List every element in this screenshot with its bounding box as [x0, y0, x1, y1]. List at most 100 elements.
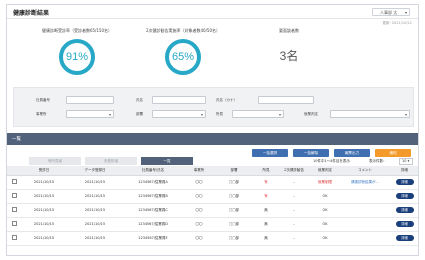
notify-button[interactable]: 通知	[375, 149, 411, 157]
row-checkbox[interactable]	[11, 207, 17, 212]
chevron-down-icon: ▾	[404, 112, 407, 117]
detail-cell: 詳細	[389, 175, 418, 190]
office-cell: 〇〇	[183, 231, 215, 246]
row-checkbox[interactable]	[11, 221, 17, 226]
exam-date-cell: 2021/10/15	[21, 217, 67, 232]
judgment-select[interactable]: ▾	[330, 110, 410, 118]
department-cell: □□部	[215, 189, 253, 204]
stat-label: 健康診断受診率（受診者数65/150名）	[41, 28, 113, 33]
filter-label: 事業所	[36, 112, 47, 116]
updated-timestamp: 更新: 2021/10/21	[382, 21, 412, 25]
comment-cell	[341, 217, 389, 232]
results-table: 受診日 データ登録日 社員番号/氏名 事業所 部署 所見 2次健診勧告 就業判定…	[7, 166, 418, 246]
table-row: 2021/10/15 2021/10/15 1234567/従業員B 〇〇 □□…	[7, 189, 418, 204]
table-row: 2021/10/15 2021/10/15 1234567/従業員A 〇〇 □□…	[7, 175, 418, 190]
filter-label: 氏名（カナ）	[216, 98, 237, 102]
exam-date-cell: 2021/10/15	[21, 231, 67, 246]
stat-label: 要面談者数	[279, 28, 299, 33]
finding-cell: 有	[253, 175, 279, 190]
judgment-cell: 就業制限	[309, 175, 341, 190]
tab-all[interactable]: 一覧	[141, 157, 193, 165]
employee-cell: 1234567/従業員D	[123, 217, 183, 232]
column-header[interactable]: 2次健診勧告	[279, 166, 309, 176]
judgment-cell: OK	[309, 203, 341, 218]
table-row: 2021/10/15 2021/10/15 1234567/従業員E 〇〇 □□…	[7, 231, 418, 246]
column-header[interactable]: 部署	[215, 166, 253, 176]
chevron-down-icon: ▾	[108, 112, 111, 117]
office-cell: 〇〇	[183, 203, 215, 218]
row-checkbox[interactable]	[11, 193, 17, 198]
filter-label: 所見	[216, 112, 223, 116]
exam-date-cell: 2021/10/15	[21, 175, 67, 190]
perpage-select[interactable]: 10 ▾	[399, 158, 413, 165]
tab-unexamined[interactable]: 未受診者	[85, 157, 137, 165]
tab-findings[interactable]: 有所見者	[29, 157, 81, 165]
office-cell: 〇〇	[183, 217, 215, 232]
user-menu[interactable]: 人事部 太 ▾	[372, 8, 410, 16]
judgment-cell: OK	[309, 217, 341, 232]
employee-cell: 1234567/従業員C	[123, 203, 183, 218]
column-header[interactable]: 受診日	[21, 166, 67, 176]
perpage-value: 10	[402, 159, 407, 163]
column-header[interactable]: 事業所	[183, 166, 215, 176]
progress-ring: 91%	[59, 39, 95, 75]
row-checkbox[interactable]	[11, 179, 17, 184]
column-header[interactable]: 就業判定	[309, 166, 341, 176]
detail-button[interactable]: 詳細	[395, 207, 414, 213]
reg-date-cell: 2021/10/15	[67, 203, 123, 218]
column-header[interactable]: データ登録日	[67, 166, 123, 176]
column-header: コメント	[341, 166, 389, 176]
department-cell: □□部	[215, 231, 253, 246]
detail-button[interactable]: 詳細	[395, 179, 414, 185]
finding-cell: 無	[253, 217, 279, 232]
chevron-down-icon: ▾	[200, 112, 203, 117]
finding-select[interactable]: ▾	[232, 110, 284, 118]
table-row: 2021/10/15 2021/10/15 1234567/従業員C 〇〇 □□…	[7, 203, 418, 218]
recommend-cell: –	[279, 231, 309, 246]
office-select[interactable]: ▾	[66, 110, 114, 118]
page-title: 健康診断結果	[13, 10, 50, 17]
column-header[interactable]: 所見	[253, 166, 279, 176]
name-kana-input[interactable]	[258, 96, 314, 104]
finding-cell: 無	[253, 203, 279, 218]
list-title: 一覧	[12, 137, 21, 142]
employee-cell: 1234567/従業員E	[123, 231, 183, 246]
select-all-button[interactable]: 一括選択	[252, 149, 288, 157]
perpage-label: 表示件数：	[369, 159, 387, 163]
recommend-cell: –	[279, 189, 309, 204]
stat-value: 91%	[65, 51, 89, 63]
row-checkbox[interactable]	[11, 235, 17, 240]
detail-button[interactable]: 詳細	[395, 221, 414, 227]
recommend-cell: –	[279, 217, 309, 232]
judgment-cell: OK	[309, 231, 341, 246]
exam-date-cell: 2021/10/15	[21, 189, 67, 204]
release-all-button[interactable]: 一括解除	[293, 149, 329, 157]
comment-cell	[341, 189, 389, 204]
reg-date-cell: 2021/10/15	[67, 175, 123, 190]
column-header[interactable]: 社員番号/氏名	[123, 166, 183, 176]
detail-button[interactable]: 詳細	[395, 235, 414, 241]
exam-date-cell: 2021/10/15	[21, 203, 67, 218]
filter-label: 社員番号	[36, 98, 50, 102]
stat-recommend-rate: 2次健診勧告実施率（対象者数40/50名） 65%	[133, 28, 233, 75]
stat-exam-rate: 健康診断受診率（受診者数65/150名） 91%	[27, 28, 127, 75]
comment-cell	[341, 231, 389, 246]
row-checkbox-cell	[7, 203, 21, 218]
department-cell: □□部	[215, 217, 253, 232]
user-menu-label: 人事部 太	[380, 10, 398, 15]
report-output-button[interactable]: 報票出力	[334, 149, 370, 157]
detail-cell: 詳細	[389, 203, 418, 218]
name-input[interactable]	[152, 96, 206, 104]
stat-interviewees: 要面談者数 3名	[239, 28, 339, 64]
row-checkbox-cell	[7, 189, 21, 204]
detail-button[interactable]: 詳細	[395, 193, 414, 199]
column-header: 詳細	[389, 166, 418, 176]
filter-panel: 社員番号 事業所 ▾ 氏名 部署 ▾ 氏名（カナ） 所見 ▾ 就業判定 ▾	[13, 87, 414, 127]
row-checkbox-cell	[7, 217, 21, 232]
recommend-cell: –	[279, 203, 309, 218]
department-select[interactable]: ▾	[152, 110, 206, 118]
comment-link[interactable]: 健康診断結果が…	[341, 175, 389, 190]
employee-id-input[interactable]	[66, 96, 114, 104]
employee-cell: 1234567/従業員B	[123, 189, 183, 204]
reg-date-cell: 2021/10/15	[67, 231, 123, 246]
